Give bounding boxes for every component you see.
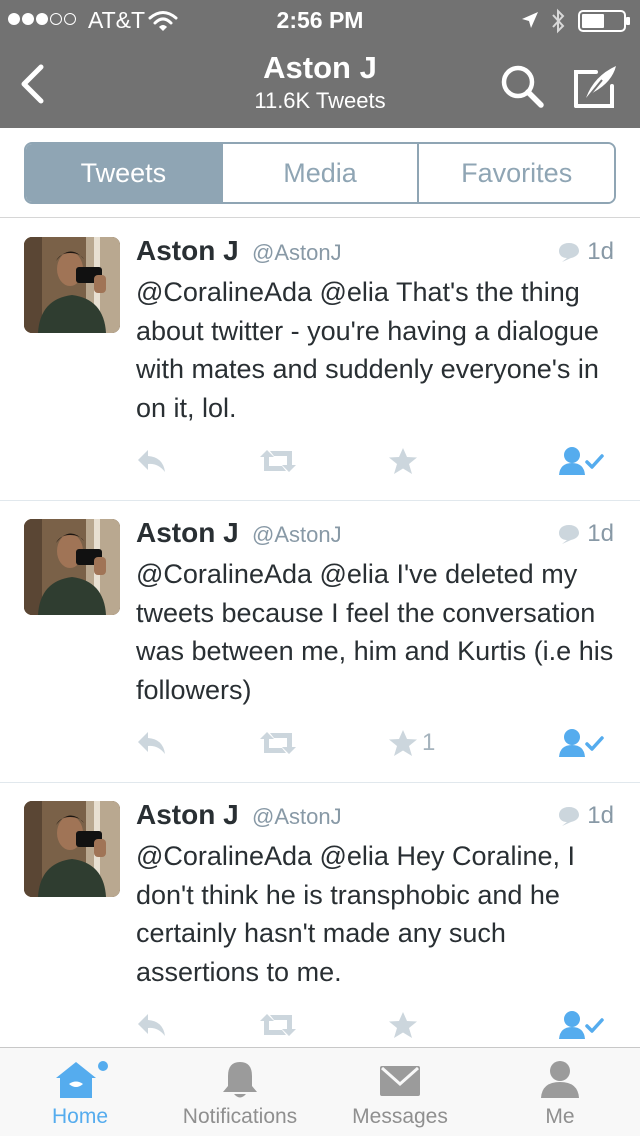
tweet-timestamp: 1d — [557, 520, 614, 548]
person-icon — [541, 1061, 579, 1098]
search-icon — [501, 65, 544, 108]
following-button[interactable] — [558, 1005, 604, 1045]
follow-check-icon — [559, 1011, 604, 1039]
envelope-icon — [380, 1066, 420, 1096]
tab-tweets[interactable]: Tweets — [26, 144, 221, 202]
profile-tabs-container: Tweets Media Favorites — [0, 128, 640, 218]
tweet-timeline: Aston J @AstonJ 1d @CoralineAda @elia Th… — [0, 219, 640, 1047]
retweet-button[interactable] — [258, 1005, 298, 1045]
tweet-author-handle: @AstonJ — [252, 804, 342, 829]
tweet[interactable]: Aston J @AstonJ 1d @CoralineAda @elia Th… — [0, 219, 640, 501]
tab-me-label: Me — [545, 1105, 575, 1128]
avatar[interactable] — [24, 519, 120, 615]
avatar[interactable] — [24, 801, 120, 897]
tweet-time-label: 1d — [587, 520, 614, 547]
header: AT&T 2:56 PM Aston J 11.6K Tweets — [0, 0, 640, 128]
following-button[interactable] — [558, 723, 604, 763]
segmented-control: Tweets Media Favorites — [24, 142, 616, 204]
tab-notifications[interactable]: Notifications — [160, 1048, 320, 1136]
tab-media[interactable]: Media — [220, 144, 418, 202]
tweet-text: @CoralineAda @elia That's the thing abou… — [136, 277, 599, 423]
star-icon — [389, 730, 417, 756]
tweet-timestamp: 1d — [557, 238, 614, 266]
retweet-icon — [260, 1014, 296, 1036]
tweet-actions — [136, 1005, 616, 1045]
tab-notifications-label: Notifications — [182, 1105, 298, 1128]
tab-home[interactable]: Home — [0, 1048, 160, 1136]
favorite-button[interactable] — [388, 1005, 422, 1045]
tweet[interactable]: Aston J @AstonJ 1d @CoralineAda @elia I'… — [0, 501, 640, 783]
conversation-bubble-icon — [559, 243, 580, 262]
tweet-timestamp: 1d — [557, 802, 614, 830]
tweet-author-handle: @AstonJ — [252, 522, 342, 547]
reply-icon — [138, 1014, 165, 1036]
tab-messages-label: Messages — [352, 1105, 448, 1128]
bluetooth-icon — [552, 8, 565, 34]
battery-icon — [578, 10, 630, 32]
reply-icon — [138, 450, 165, 472]
search-button[interactable] — [498, 62, 546, 110]
conversation-bubble-icon — [559, 807, 580, 826]
favorite-button[interactable]: 1 — [388, 723, 435, 763]
tab-home-label: Home — [51, 1105, 109, 1128]
conversation-bubble-icon — [559, 525, 580, 544]
status-time: 2:56 PM — [276, 7, 364, 33]
bell-icon — [223, 1062, 257, 1098]
tab-favorites[interactable]: Favorites — [417, 144, 614, 202]
tweet-actions — [136, 441, 616, 481]
retweet-button[interactable] — [258, 441, 298, 481]
retweet-icon — [260, 732, 296, 754]
following-button[interactable] — [558, 441, 604, 481]
location-arrow-icon — [522, 12, 538, 28]
tweet-author-name[interactable]: Aston J — [136, 235, 239, 267]
nav-bar: Aston J 11.6K Tweets — [0, 40, 640, 128]
home-icon — [56, 1061, 108, 1098]
compose-button[interactable] — [572, 62, 622, 110]
follow-check-icon — [559, 729, 604, 757]
avatar[interactable] — [24, 237, 120, 333]
bottom-tab-bar: Home Notifications Messages Me — [0, 1047, 640, 1136]
star-icon — [389, 1012, 417, 1038]
reply-icon — [138, 732, 165, 754]
favorite-count: 1 — [422, 729, 436, 756]
compose-icon — [574, 66, 616, 108]
tweet-time-label: 1d — [587, 238, 614, 265]
tweet-actions: 1 — [136, 723, 616, 763]
tweet[interactable]: Aston J @AstonJ 1d @CoralineAda @elia He… — [0, 783, 640, 1047]
tweet-author-name[interactable]: Aston J — [136, 517, 239, 549]
retweet-icon — [260, 450, 296, 472]
tweet-time-label: 1d — [587, 802, 614, 829]
tweet-text: @CoralineAda @elia I've deleted my tweet… — [136, 559, 614, 705]
tweet-text: @CoralineAda @elia Hey Coraline, I don't… — [136, 841, 576, 987]
star-icon — [389, 448, 417, 474]
reply-button[interactable] — [136, 723, 168, 763]
tab-messages[interactable]: Messages — [320, 1048, 480, 1136]
reply-button[interactable] — [136, 441, 168, 481]
tweet-author-handle: @AstonJ — [252, 240, 342, 265]
reply-button[interactable] — [136, 1005, 168, 1045]
favorite-button[interactable] — [388, 441, 422, 481]
tab-me[interactable]: Me — [480, 1048, 640, 1136]
tweet-author-name[interactable]: Aston J — [136, 799, 239, 831]
status-bar: AT&T 2:56 PM — [0, 0, 640, 40]
follow-check-icon — [559, 447, 604, 475]
retweet-button[interactable] — [258, 723, 298, 763]
